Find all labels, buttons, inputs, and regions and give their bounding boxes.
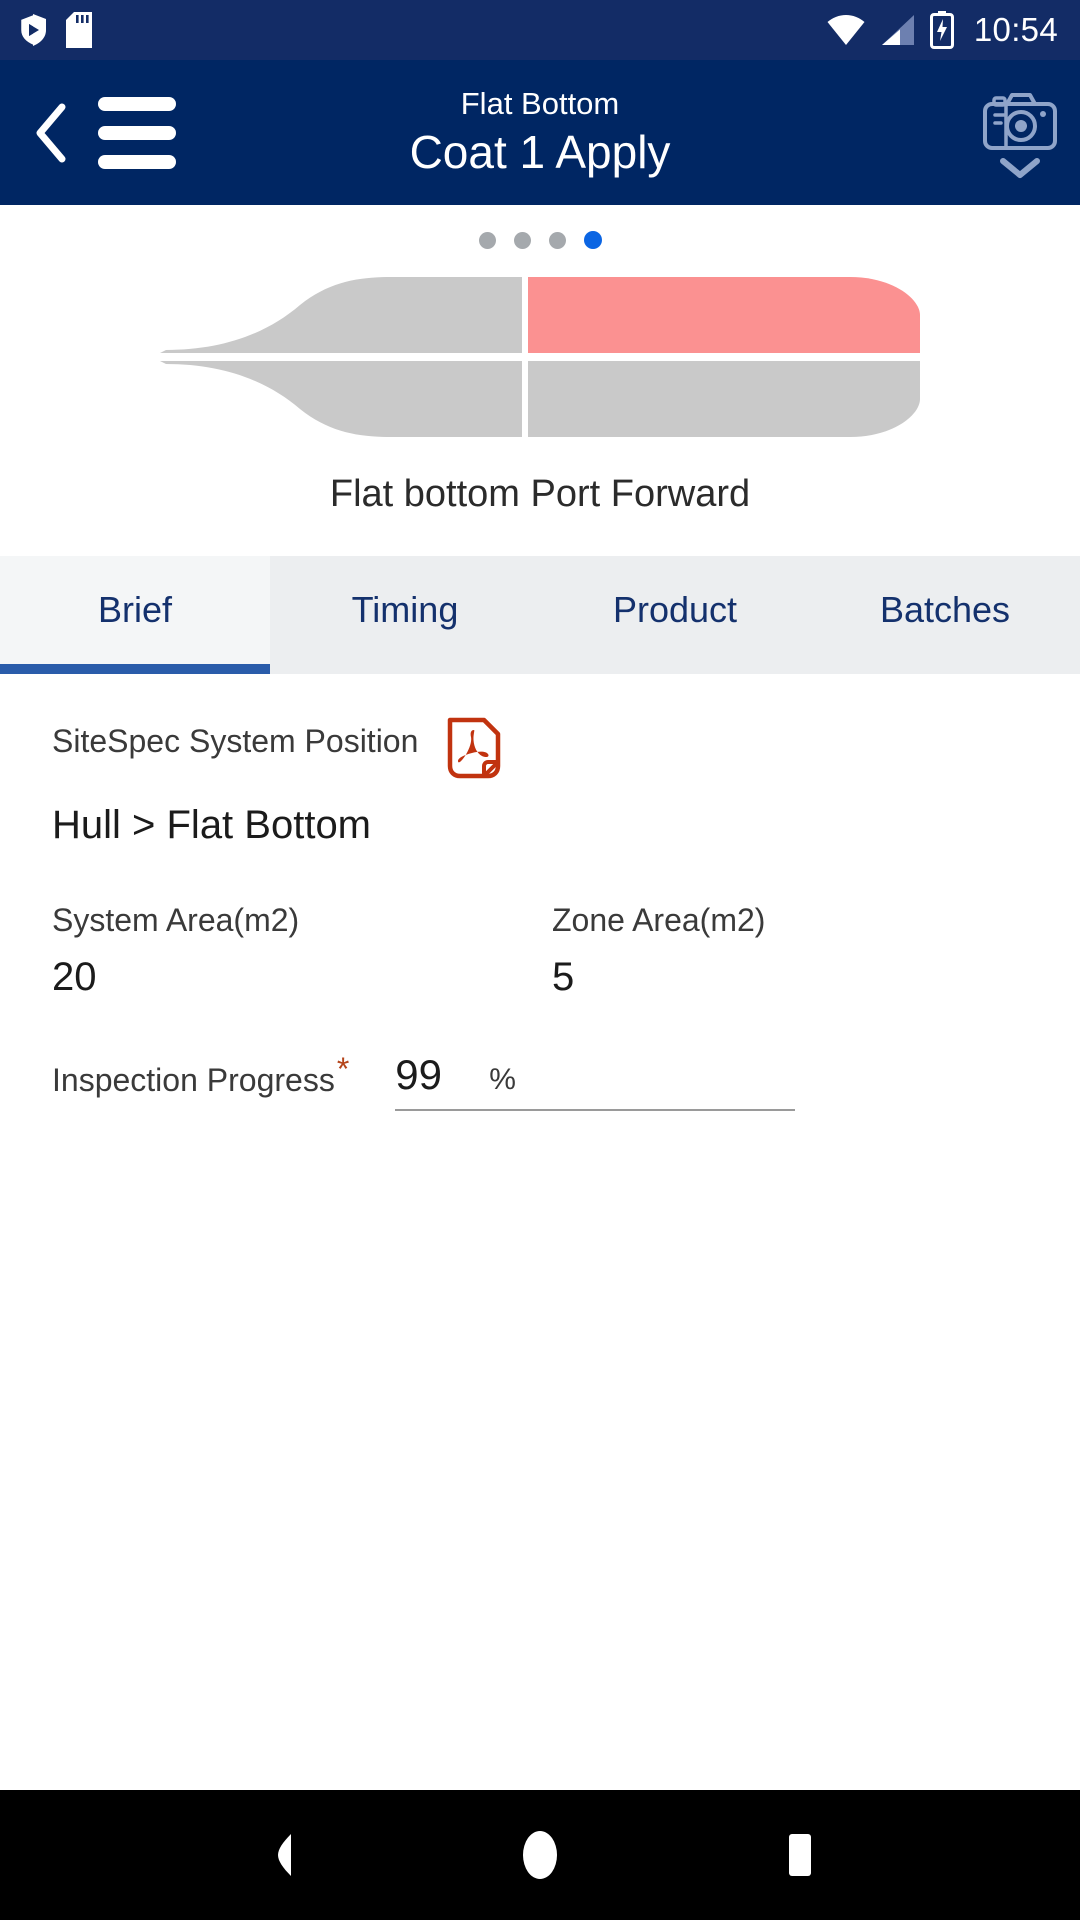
brief-tab-content: SiteSpec System Position Hull > Flat Bot… (0, 674, 1080, 1790)
status-bar-left-icons (18, 12, 92, 48)
zone-area-value: 5 (552, 955, 575, 1000)
zone-area-field: Zone Area(m2) 5 (552, 901, 765, 1001)
pdf-document-button[interactable] (444, 716, 502, 787)
camera-button[interactable] (982, 84, 1058, 182)
nav-back-button[interactable] (225, 1800, 335, 1910)
wifi-icon (826, 14, 866, 46)
phone-screen: 10:54 Flat Bottom Coat 1 Apply Flat bott… (0, 0, 1080, 1920)
chevron-down-icon (1000, 157, 1040, 178)
chevron-left-icon (36, 103, 66, 162)
system-area-label: System Area(m2) (52, 902, 300, 938)
back-button[interactable] (24, 93, 80, 173)
sitespec-value: Hull > Flat Bottom (52, 803, 372, 847)
ship-hull-diagram-wrapper (0, 277, 1080, 437)
area-row: System Area(m2) 20 Zone Area(m2) 5 (52, 901, 1028, 1001)
hamburger-bar (98, 125, 176, 140)
carousel-dot[interactable] (513, 231, 531, 249)
hull-quadrant-starboard-forward (528, 361, 920, 437)
carousel-dot-active[interactable] (583, 231, 602, 249)
status-bar: 10:54 (0, 0, 1080, 60)
pdf-document-icon (448, 717, 501, 779)
sitespec-row: SiteSpec System Position (52, 717, 1028, 787)
nav-home-button[interactable] (485, 1800, 595, 1910)
required-asterisk: * (336, 1050, 350, 1087)
system-area-value: 20 (52, 955, 97, 1000)
hamburger-bar (98, 96, 176, 111)
shield-play-icon (18, 13, 48, 47)
app-bar: Flat Bottom Coat 1 Apply (0, 60, 1080, 205)
page-title: Coat 1 Apply (409, 125, 671, 178)
nav-recents-square-icon (789, 1834, 811, 1876)
nav-back-triangle-icon (278, 1834, 291, 1876)
sd-card-icon (66, 12, 92, 48)
hull-carousel[interactable]: Flat bottom Port Forward (0, 205, 1080, 556)
tab-brief[interactable]: Brief (0, 556, 270, 674)
inspection-progress-label-text: Inspection Progress (52, 1062, 335, 1099)
hamburger-bar (98, 154, 176, 169)
hull-diagram-caption: Flat bottom Port Forward (329, 473, 751, 515)
tab-product[interactable]: Product (540, 556, 810, 674)
hull-quadrant-port-forward (528, 277, 920, 353)
cellular-signal-icon (880, 14, 916, 46)
carousel-dot[interactable] (478, 231, 496, 249)
carousel-dot[interactable] (548, 231, 566, 249)
hamburger-menu-button[interactable] (98, 96, 176, 170)
tab-timing[interactable]: Timing (270, 556, 540, 674)
tab-label: Timing (351, 589, 459, 630)
tab-bar: Brief Timing Product Batches (0, 556, 1080, 674)
sitespec-block: SiteSpec System Position (52, 722, 418, 760)
inspection-progress-unit: % (489, 1063, 516, 1097)
android-navigation-bar (0, 1790, 1080, 1920)
tab-label: Batches (879, 589, 1011, 630)
hull-quadrant-starboard-aft (160, 361, 522, 437)
nav-home-circle-icon (523, 1831, 557, 1879)
zone-area-label: Zone Area(m2) (552, 902, 766, 938)
camera-icon (983, 92, 1057, 150)
status-bar-clock: 10:54 (973, 11, 1058, 48)
app-bar-subtitle: Flat Bottom (460, 86, 620, 122)
status-bar-right-icons: 10:54 (826, 11, 1058, 49)
tab-label: Product (612, 589, 738, 630)
system-area-field: System Area(m2) 20 (52, 901, 552, 1001)
ship-hull-quadrant-diagram[interactable] (160, 277, 920, 437)
nav-recents-button[interactable] (745, 1800, 855, 1910)
inspection-progress-label: Inspection Progress* (52, 1053, 349, 1111)
carousel-page-indicator[interactable] (478, 225, 602, 255)
battery-charging-icon (929, 11, 954, 49)
inspection-progress-input[interactable] (395, 1051, 486, 1100)
tab-batches[interactable]: Batches (810, 556, 1080, 674)
inspection-progress-row: Inspection Progress* % (52, 1051, 1028, 1112)
inspection-progress-input-wrapper[interactable]: % (395, 1051, 796, 1112)
tab-label: Brief (97, 589, 173, 630)
hull-quadrant-port-aft (160, 277, 522, 353)
sitespec-label: SiteSpec System Position (52, 723, 419, 759)
